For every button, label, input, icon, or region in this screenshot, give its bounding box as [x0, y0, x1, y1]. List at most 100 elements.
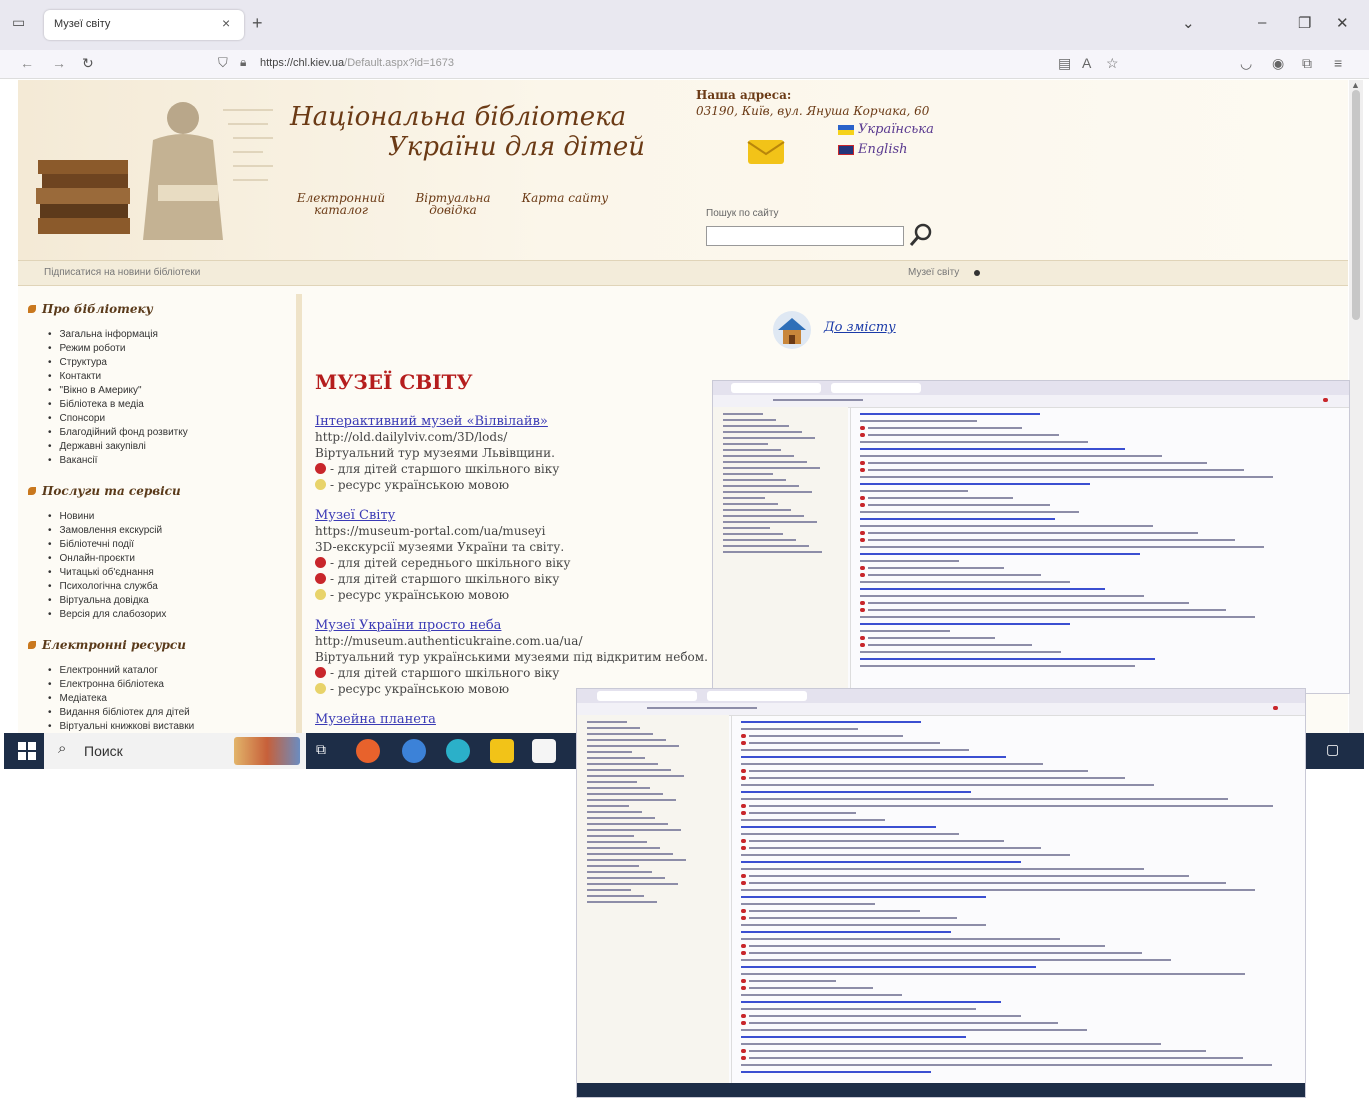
- page-scrollbar[interactable]: ▲: [1349, 80, 1363, 735]
- sidebar-item[interactable]: Бібліотека в медіа: [48, 398, 144, 412]
- sidebar-item[interactable]: Онлайн-проєкти: [48, 552, 135, 566]
- sidebar-item[interactable]: Державні закупівлі: [48, 440, 146, 454]
- notifications-icon[interactable]: ▢: [1326, 741, 1339, 758]
- address-bar[interactable]: ⛉ 🔒︎ https://chl.kiev.ua/Default.aspx?id…: [210, 53, 1010, 75]
- language-marker-icon: [315, 683, 326, 694]
- sidebar-item[interactable]: Спонсори: [48, 412, 106, 426]
- minimize-icon[interactable]: –: [1258, 14, 1266, 31]
- account-icon[interactable]: ◉: [1272, 55, 1284, 72]
- taskbar-search-box[interactable]: ⌕ Поиск: [44, 733, 306, 769]
- url-text[interactable]: https://chl.kiev.ua/Default.aspx?id=1673: [260, 57, 454, 69]
- age-marker-icon: [315, 667, 326, 678]
- sidebar-item[interactable]: Віртуальна довідка: [48, 594, 149, 608]
- url-domain: https://chl.kiev.ua: [260, 57, 345, 69]
- current-page-label: Музеї світу: [908, 267, 960, 278]
- sidebar-item[interactable]: Версія для слабозорих: [48, 608, 167, 622]
- lang-ukrainian[interactable]: Українська: [838, 122, 934, 137]
- browser-tab[interactable]: Музеї світу ×: [44, 10, 244, 40]
- sidebar-item[interactable]: Електронний каталог: [48, 664, 158, 678]
- to-contents-link[interactable]: До змісту: [824, 320, 896, 335]
- forward-icon[interactable]: →: [52, 55, 66, 71]
- subscribe-news-link[interactable]: Підписатися на новини бібліотеки: [44, 267, 200, 278]
- info-strip: Підписатися на новини бібліотеки Музеї с…: [18, 260, 1348, 286]
- file-explorer-icon[interactable]: [490, 739, 514, 763]
- address-label: Наша адреса:: [696, 88, 792, 102]
- page-title: МУЗЕЇ СВІТУ: [315, 370, 473, 394]
- sidebar-section-title[interactable]: Електронні ресурси: [28, 638, 186, 652]
- library-title-line1: Національна бібліотека: [290, 102, 627, 132]
- sidebar-item[interactable]: Новини: [48, 510, 95, 524]
- sidebar-item[interactable]: Електронна бібліотека: [48, 678, 164, 692]
- age-marker-icon: [315, 557, 326, 568]
- home-icon[interactable]: [772, 310, 812, 350]
- sidebar-item[interactable]: Видання бібліотек для дітей: [48, 706, 190, 720]
- sidebar-item[interactable]: Благодійний фонд розвитку: [48, 426, 188, 440]
- app-icon[interactable]: [402, 739, 426, 763]
- museum-description: 3D-екскурсії музеями України та світу.: [315, 540, 565, 554]
- sidebar-item[interactable]: Вакансії: [48, 454, 98, 468]
- museum-link[interactable]: Музеї України просто неба: [315, 618, 501, 633]
- sidebar-item[interactable]: Контакти: [48, 370, 102, 384]
- search-highlight-icon: [234, 737, 300, 765]
- lock-icon[interactable]: 🔒︎: [240, 55, 246, 70]
- sidebar-item[interactable]: Загальна інформація: [48, 328, 158, 342]
- lang-ukrainian-label: Українська: [858, 122, 934, 137]
- extensions-icon[interactable]: ⧉: [1302, 55, 1312, 72]
- reload-icon[interactable]: ↻: [82, 55, 94, 72]
- audience-badge: - ресурс українською мовою: [315, 682, 509, 696]
- site-search-input[interactable]: [706, 226, 904, 246]
- close-window-icon[interactable]: ✕: [1336, 14, 1349, 32]
- header-link-reference[interactable]: Віртуальна довідка: [408, 192, 498, 216]
- audience-badge-text: - для дітей старшого шкільного віку: [330, 462, 560, 476]
- uk-flag-icon: [838, 144, 854, 155]
- tab-overview-icon[interactable]: ▭: [12, 14, 25, 31]
- sidebar-item[interactable]: Режим роботи: [48, 342, 126, 356]
- tab-list-chevron-icon[interactable]: ⌄: [1182, 14, 1195, 32]
- sidebar-item[interactable]: Віртуальні книжкові виставки: [48, 720, 195, 734]
- audience-badge: - для дітей старшого шкільного віку: [315, 462, 559, 476]
- lang-english[interactable]: English: [838, 142, 908, 157]
- menu-icon[interactable]: ≡: [1334, 55, 1342, 71]
- close-tab-icon[interactable]: ×: [222, 15, 230, 31]
- sidebar-item[interactable]: Психологічна служба: [48, 580, 158, 594]
- sidebar-item[interactable]: Структура: [48, 356, 107, 370]
- museum-url: https://museum-portal.com/ua/museyi: [315, 524, 546, 538]
- store-icon[interactable]: [532, 739, 556, 763]
- sidebar-item[interactable]: Замовлення екскурсій: [48, 524, 163, 538]
- scroll-up-icon[interactable]: ▲: [1351, 80, 1360, 90]
- audience-badge-text: - для дітей середнього шкільного віку: [330, 556, 571, 570]
- audience-badge-text: - ресурс українською мовою: [330, 478, 510, 492]
- museum-link[interactable]: Музеї Світу: [315, 508, 395, 523]
- sidebar-item[interactable]: "Вікно в Америку": [48, 384, 142, 398]
- age-marker-icon: [315, 463, 326, 474]
- scrollbar-thumb[interactable]: [1352, 90, 1360, 320]
- search-icon[interactable]: [908, 222, 934, 248]
- museum-link[interactable]: Музейна планета: [315, 712, 436, 727]
- pocket-icon[interactable]: ◡: [1240, 55, 1252, 72]
- sidebar-section-title[interactable]: Про бібліотеку: [28, 302, 153, 316]
- sidebar-section-title[interactable]: Послуги та сервіси: [28, 484, 181, 498]
- header-link-catalog[interactable]: Електронний каталог: [296, 192, 386, 216]
- shield-icon[interactable]: ⛉: [218, 55, 228, 71]
- museum-url: http://museum.authenticukraine.com.ua/ua…: [315, 634, 583, 648]
- sidebar-item[interactable]: Читацькі об'єднання: [48, 566, 154, 580]
- restore-icon[interactable]: ❐: [1298, 14, 1311, 32]
- translate-icon[interactable]: A: [1082, 55, 1091, 71]
- windows-start-icon[interactable]: [18, 742, 36, 760]
- sidebar: Про бібліотеку Загальна інформаціяРежим р…: [18, 294, 298, 735]
- lang-english-label: English: [858, 142, 908, 157]
- age-marker-icon: [315, 573, 326, 584]
- task-view-icon[interactable]: ⧉: [316, 741, 326, 758]
- mail-icon[interactable]: [746, 132, 786, 168]
- sidebar-item[interactable]: Бібліотечні події: [48, 538, 134, 552]
- back-icon[interactable]: ←: [20, 55, 34, 71]
- url-path: /Default.aspx?id=1673: [344, 57, 454, 69]
- sidebar-item[interactable]: Медіатека: [48, 692, 107, 706]
- firefox-icon[interactable]: [356, 739, 380, 763]
- new-tab-icon[interactable]: +: [252, 13, 263, 34]
- bookmark-star-icon[interactable]: ☆: [1106, 55, 1119, 72]
- header-link-sitemap[interactable]: Карта сайту: [520, 192, 610, 204]
- reader-view-icon[interactable]: ▤: [1058, 55, 1071, 72]
- edge-icon[interactable]: [446, 739, 470, 763]
- museum-link[interactable]: Інтерактивний музей «Вілвілайв»: [315, 414, 548, 429]
